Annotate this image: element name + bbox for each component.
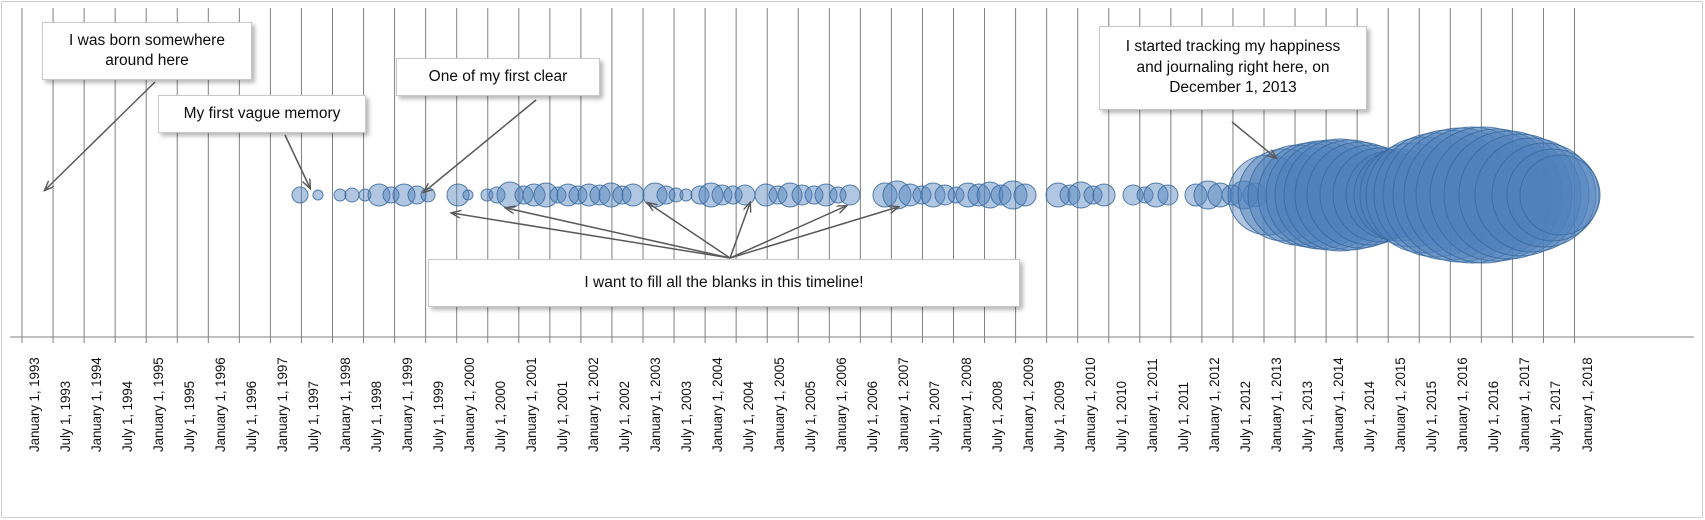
bubble-data-point[interactable] [333,188,347,202]
bubble-data-point[interactable] [1519,154,1601,236]
x-tick-label: January 1, 1995 [151,357,167,452]
annotation-arrow [729,206,846,259]
x-tick-label: January 1, 2008 [958,357,974,452]
axis-tick-group [21,337,1575,343]
bubble-data-point[interactable] [344,187,360,203]
annotation-arrow [729,207,898,259]
x-tick-label: July 1, 1997 [306,380,322,452]
x-tick-label: January 1, 2005 [772,357,788,452]
fill-blanks-callout[interactable]: I want to fill all the blanks in this ti… [428,259,1020,307]
x-tick-label: July 1, 1996 [244,380,260,452]
x-tick-label: January 1, 2014 [1331,357,1347,452]
x-tick-label: January 1, 2018 [1579,357,1595,452]
x-tick-label: January 1, 1999 [399,357,415,452]
x-tick-label: July 1, 2003 [679,380,695,452]
annotation-arrow [648,203,731,259]
x-tick-label: July 1, 2006 [865,380,881,452]
bubble-data-point[interactable] [420,187,436,203]
x-tick-label: January 1, 2010 [1082,357,1098,452]
x-tick-label: July 1, 2000 [492,380,508,452]
x-tick-label: January 1, 1993 [27,357,42,452]
tracking-callout[interactable]: I started tracking my happiness and jour… [1099,26,1367,110]
bubble-data-point[interactable] [621,183,645,207]
x-tick-label: July 1, 1994 [120,380,136,452]
x-tick-label: July 1, 1993 [58,380,74,452]
x-tick-label: July 1, 1995 [182,380,198,452]
x-tick-label: January 1, 2004 [710,357,726,452]
bubble-data-point[interactable] [734,184,756,206]
x-tick-label: January 1, 2016 [1455,357,1471,452]
x-tick-label: July 1, 2017 [1548,380,1564,452]
bubble-data-point[interactable] [291,186,309,204]
vague-memory-callout[interactable]: My first vague memory [158,95,366,133]
x-tick-label: July 1, 2007 [927,380,943,452]
annotation-arrow [1231,121,1276,158]
x-tick-label: July 1, 1999 [430,380,446,452]
annotation-arrow [452,213,731,259]
x-tick-label: January 1, 2003 [648,357,663,452]
bubble-data-point[interactable] [1092,183,1116,207]
annotation-arrow [45,81,156,190]
x-tick-label: July 1, 2008 [989,380,1005,452]
x-tick-label: January 1, 2001 [523,357,539,452]
x-tick-label: July 1, 2009 [1051,380,1067,452]
x-tick-label: January 1, 1994 [89,357,105,452]
x-tick-label: July 1, 2011 [1175,381,1191,452]
bubble-timeline-chart: January 1, 1993 July 1, 1993 January 1, 19… [0,0,1705,520]
annotation-arrow [506,208,731,259]
x-tick-label: January 1, 2007 [896,357,912,452]
bubble-data-point[interactable] [839,184,861,206]
bubble-data-point[interactable] [462,189,474,201]
x-tick-label: July 1, 2014 [1362,380,1378,452]
bubble-data-point[interactable] [679,188,693,202]
x-tick-label: July 1, 2012 [1237,380,1253,452]
x-tick-label: January 1, 1996 [213,357,229,452]
x-tick-label: January 1, 1997 [275,357,291,452]
bubble-data-point[interactable] [312,189,324,201]
born-callout[interactable]: I was born somewhere around here [42,22,252,80]
x-tick-label: July 1, 2010 [1113,380,1129,452]
x-tick-label: January 1, 2015 [1393,357,1409,452]
x-tick-label: January 1, 2006 [834,357,850,452]
x-tick-label: July 1, 2016 [1486,380,1502,452]
x-tick-label: July 1, 2005 [803,380,819,452]
x-tick-label: January 1, 2002 [585,357,601,452]
x-tick-label: January 1, 1998 [337,357,353,452]
x-tick-label: January 1, 2012 [1206,357,1222,452]
bubble-data-point[interactable] [1157,184,1179,206]
x-tick-label: July 1, 2015 [1424,380,1440,452]
x-tick-label: January 1, 2009 [1020,357,1036,452]
x-tick-label: July 1, 2013 [1300,380,1316,452]
x-tick-label: January 1, 2017 [1517,357,1533,452]
x-tick-label: July 1, 2002 [616,380,632,452]
x-tick-label: January 1, 2000 [461,357,477,452]
x-tick-label: January 1, 2013 [1269,357,1284,452]
annotation-arrow [284,134,310,188]
x-tick-label: January 1, 2011 [1144,358,1160,452]
first-clear-callout[interactable]: One of my first clear [396,58,600,96]
x-tick-label: July 1, 1998 [368,380,384,452]
x-tick-label: July 1, 2001 [554,380,570,452]
x-tick-label: July 1, 2004 [741,380,757,452]
bubble-data-point[interactable] [1013,183,1037,207]
